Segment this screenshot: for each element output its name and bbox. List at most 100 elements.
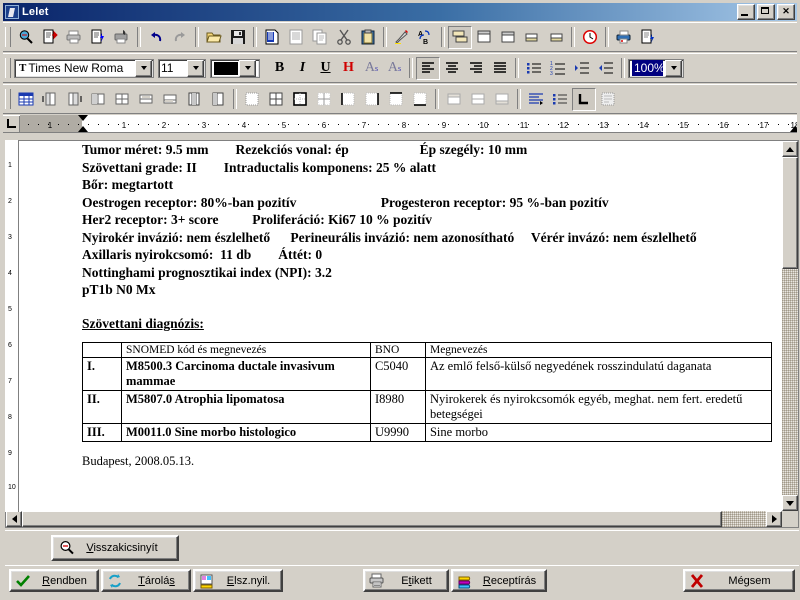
ruler-track[interactable]: 1 1 2 3 4 5 6 7 8 9 10 11 12 13 14 15 16… (20, 115, 797, 132)
window-single-alt-icon[interactable] (496, 26, 520, 49)
ok-button[interactable]: Rendben (9, 569, 99, 592)
superscript-button[interactable]: As (383, 57, 406, 79)
delete-row-icon[interactable] (182, 88, 206, 111)
align-justify-button[interactable] (488, 57, 512, 80)
tab-stop-icon[interactable] (3, 115, 20, 132)
scroll-right-button[interactable] (766, 511, 782, 527)
split-horizontal-icon[interactable] (86, 88, 110, 111)
column-left-icon[interactable] (38, 88, 62, 111)
border-right-icon[interactable] (360, 88, 384, 111)
floppy-disk-icon[interactable] (226, 26, 250, 49)
store-button[interactable]: Tárolás (101, 569, 191, 592)
window-bottom-icon[interactable] (520, 26, 544, 49)
cell-shade-mid-icon[interactable] (466, 88, 490, 111)
border-left-icon[interactable] (336, 88, 360, 111)
border-box-icon[interactable] (288, 88, 312, 111)
merge-cells-icon[interactable] (134, 88, 158, 111)
chevron-down-icon[interactable] (135, 59, 152, 77)
table-grid-icon[interactable] (14, 88, 38, 111)
prescription-button[interactable]: Receptírás (451, 569, 547, 592)
zoom-combo[interactable]: 100% (628, 58, 684, 78)
corner-mark-icon[interactable] (572, 87, 596, 111)
border-inner-icon[interactable] (312, 88, 336, 111)
scroll-down-button[interactable] (782, 495, 798, 511)
print-preview-icon[interactable] (86, 26, 110, 49)
font-size-combo[interactable]: 11 (158, 58, 206, 78)
left-indent-marker[interactable] (78, 126, 88, 132)
copy-pages-icon[interactable] (308, 26, 332, 49)
chevron-down-icon[interactable] (187, 59, 204, 77)
close-button[interactable]: ✕ (777, 4, 795, 20)
chevron-down-icon[interactable] (665, 59, 682, 77)
horizontal-scroll-track[interactable] (722, 511, 766, 527)
accounting-button[interactable]: Elsz.nyil. (193, 569, 283, 592)
redo-arrow-icon[interactable] (168, 26, 192, 49)
toolbar-grip[interactable] (5, 58, 11, 78)
vertical-ruler[interactable]: 1 2 3 4 5 6 7 8 9 10 (5, 140, 19, 512)
lined-page-icon[interactable] (284, 26, 308, 49)
border-all-icon[interactable] (264, 88, 288, 111)
align-right-button[interactable] (464, 57, 488, 80)
label-button[interactable]: Etikett (363, 569, 449, 592)
scroll-up-button[interactable] (782, 141, 798, 157)
column-right-icon[interactable] (62, 88, 86, 111)
window-single-icon[interactable] (472, 26, 496, 49)
printer-icon[interactable] (62, 26, 86, 49)
vertical-scroll-track[interactable] (782, 269, 798, 495)
undo-arrow-icon[interactable] (144, 26, 168, 49)
border-bottom-icon[interactable] (408, 88, 432, 111)
new-document-icon[interactable] (38, 26, 62, 49)
vertical-scroll-thumb[interactable] (782, 157, 798, 269)
cell-shade-top-icon[interactable] (442, 88, 466, 111)
bold-button[interactable]: B (268, 57, 291, 79)
clipboard-icon[interactable] (356, 26, 380, 49)
scroll-left-button[interactable] (6, 511, 22, 527)
border-none-icon[interactable] (240, 88, 264, 111)
zoom-out-button[interactable]: Visszakicsinyít (51, 535, 179, 561)
chevron-down-icon[interactable] (239, 59, 256, 77)
bullet-list-icon[interactable] (522, 57, 546, 80)
horizontal-ruler[interactable]: 1 1 2 3 4 5 6 7 8 9 10 11 12 13 14 15 16… (3, 115, 797, 133)
strikethrough-button[interactable]: H (337, 57, 360, 79)
document-view[interactable]: Tumor méret: 9.5 mm Rezekciós vonal: ép … (5, 140, 799, 528)
highlighter-pen-icon[interactable] (390, 26, 414, 49)
window-stack-icon[interactable] (448, 25, 472, 49)
indent-decrease-icon[interactable] (594, 57, 618, 80)
vertical-scrollbar[interactable] (782, 141, 798, 511)
cancel-button[interactable]: Mégsem (683, 569, 795, 592)
font-name-combo[interactable]: T Times New Roma (14, 58, 154, 78)
replace-ab-icon[interactable]: AB (414, 26, 438, 49)
underline-button[interactable]: U (314, 57, 337, 79)
right-indent-marker[interactable] (790, 126, 797, 132)
toolbar-grip[interactable] (5, 27, 11, 47)
blue-page-icon[interactable] (260, 26, 284, 49)
split-vertical-icon[interactable] (110, 88, 134, 111)
magnifier-icon[interactable] (14, 26, 38, 49)
print-setup-icon[interactable] (110, 26, 134, 49)
align-center-button[interactable] (440, 57, 464, 80)
maximize-button[interactable] (757, 4, 775, 20)
font-color-combo[interactable] (210, 58, 260, 78)
open-folder-icon[interactable] (202, 26, 226, 49)
delete-column-icon[interactable] (206, 88, 230, 111)
list-settings-icon[interactable] (548, 88, 572, 111)
scissors-icon[interactable] (332, 26, 356, 49)
document-page[interactable]: Tumor méret: 9.5 mm Rezekciós vonal: ép … (6, 141, 782, 511)
merge-cells-alt-icon[interactable] (158, 88, 182, 111)
cell-shade-bottom-icon[interactable] (490, 88, 514, 111)
window-bottom-alt-icon[interactable] (544, 26, 568, 49)
subscript-button[interactable]: As (360, 57, 383, 79)
border-top-icon[interactable] (384, 88, 408, 111)
numbered-list-icon[interactable]: 123 (546, 57, 570, 80)
first-line-indent-marker[interactable] (78, 115, 88, 121)
printer-blue-icon[interactable] (612, 26, 636, 49)
clock-icon[interactable] (578, 26, 602, 49)
export-doc-icon[interactable] (636, 26, 660, 49)
italic-button[interactable]: I (291, 57, 314, 79)
paragraph-icon[interactable] (524, 88, 548, 111)
horizontal-scrollbar[interactable] (6, 511, 782, 527)
table-properties-icon[interactable] (596, 88, 620, 111)
minimize-button[interactable] (737, 4, 755, 20)
align-left-button[interactable] (416, 56, 440, 80)
indent-increase-icon[interactable] (570, 57, 594, 80)
